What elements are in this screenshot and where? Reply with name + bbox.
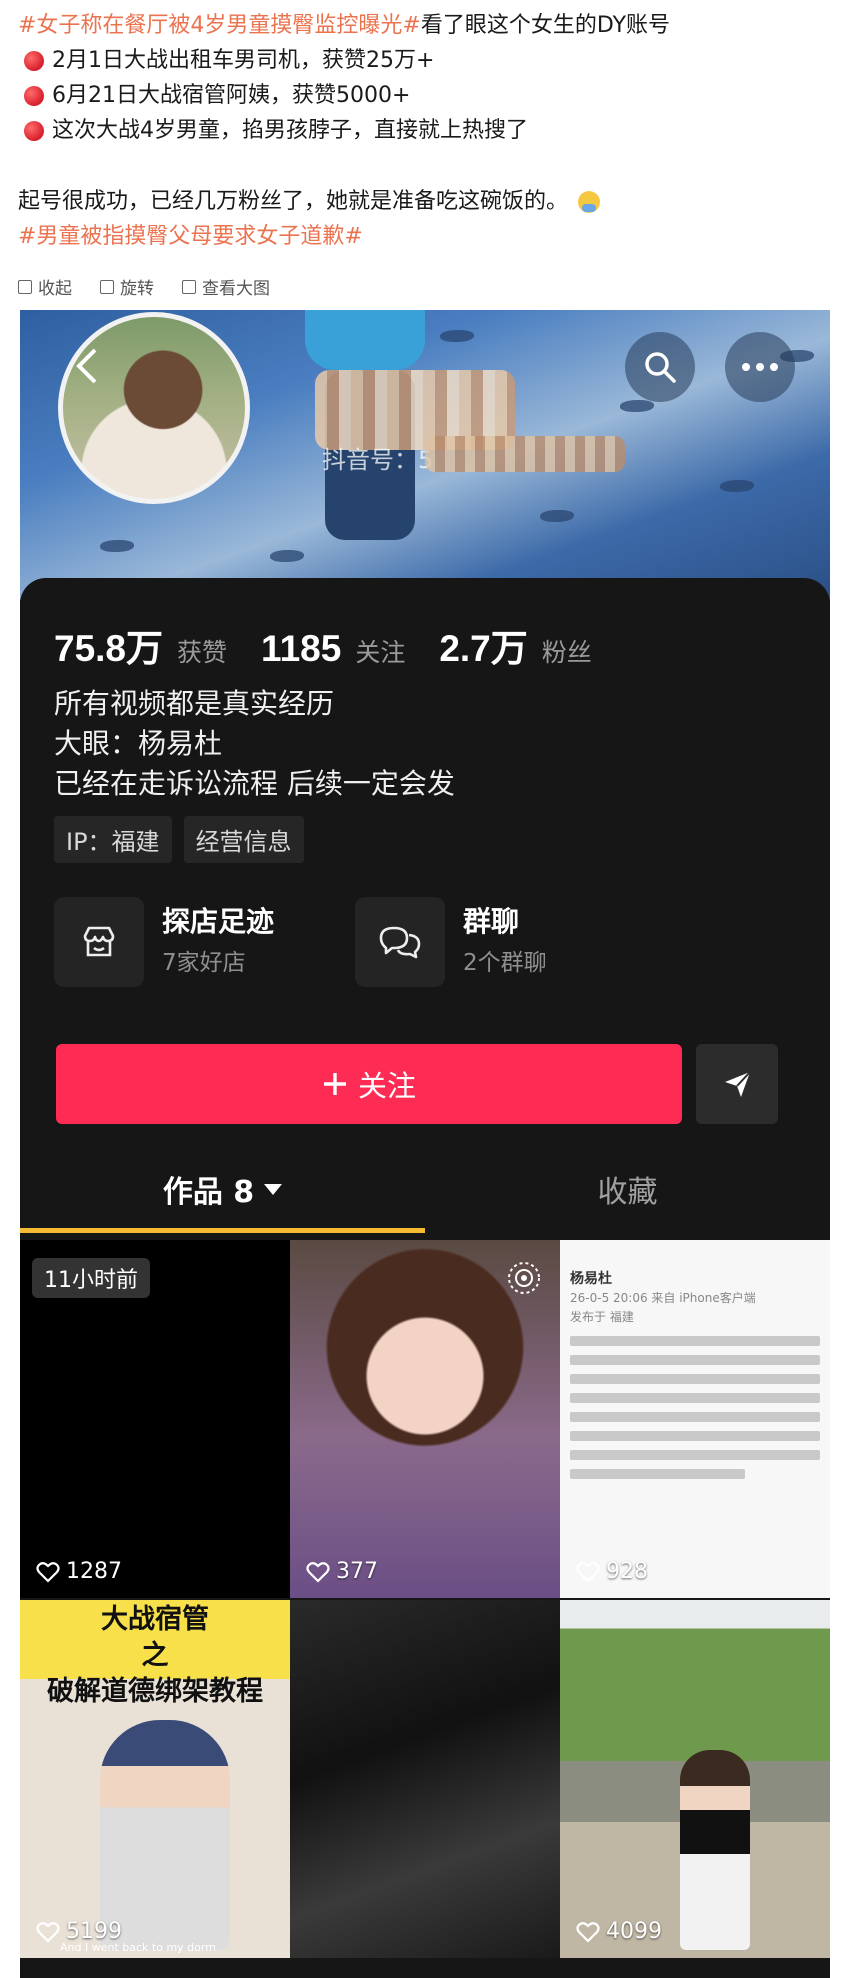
like-count: 928 [576,1559,648,1584]
like-count: 5199 [36,1919,122,1944]
profile-stats: 75.8万 获赞 1185 关注 2.7万 粉丝 [54,618,626,672]
post-list-item: 2月1日大战出租车男司机，获赞25万+ [18,43,848,78]
tab-favorites-label: 收藏 [597,1175,658,1210]
live-photo-icon [508,1262,540,1294]
video-thumbnail[interactable]: 11小时前 1287 [20,1240,290,1598]
post-list-item: 这次大战4岁男童，掐男孩脖子，直接就上热搜了 [18,113,848,148]
heart-icon [36,1921,60,1943]
post-list-item: 6月21日大战宿管阿姨，获赞5000+ [18,78,848,113]
collapse-button[interactable]: 收起 [18,274,72,299]
caret-down-icon [264,1183,283,1195]
post-list-text: 2月1日大战出租车男司机，获赞25万+ [52,48,435,73]
video-thumbnail[interactable]: 杨易杜 26-0-5 20:06 来自 iPhone客户端 发布于 福建 928 [560,1240,830,1598]
video-thumbnail[interactable]: 大战宿管 之 破解道德绑架教程 And I went back to my do… [20,1600,290,1958]
follow-label: 关注 [357,1069,416,1103]
like-count: 4099 [576,1919,662,1944]
bio-line: 大眼：杨易杜 [54,727,223,760]
profile-panel: 75.8万 获赞 1185 关注 2.7万 粉丝 所有视频都是真实经历 大眼：杨… [20,578,830,1978]
rotate-button[interactable]: 旋转 [100,274,154,299]
embedded-screenshot: 抖音号：5 75.8万 获赞 1185 关注 2.7万 粉丝 所有视频都是真实经… [20,310,830,1978]
view-large-label: 查看大图 [202,279,270,299]
bio-line: 所有视频都是真实经历 [54,687,335,720]
tab-indicator [20,1228,425,1233]
business-info-tag[interactable]: 经营信息 [183,816,304,863]
red-circle-icon [24,85,44,106]
heart-icon [576,1921,600,1943]
video-thumbnail[interactable]: 377 [290,1240,560,1598]
send-message-button[interactable] [696,1044,778,1124]
profile-banner: 抖音号：5 [20,310,830,600]
douyin-id: 抖音号：5 [322,446,434,474]
red-circle-icon [24,120,44,141]
more-dots-icon [742,363,778,371]
shop-card-title: 探店足迹 [162,905,275,938]
like-count: 377 [306,1559,378,1584]
hashtag-link[interactable]: #男童被指摸臀父母要求女子道歉# [18,219,363,254]
search-icon [645,352,676,383]
hashtag-link[interactable]: #女子称在餐厅被4岁男童摸臀监控曝光# [18,8,421,43]
collapse-label: 收起 [38,279,72,299]
heart-icon [36,1561,60,1583]
chevron-left-icon [76,348,97,384]
shop-card-sub: 7家好店 [162,950,246,976]
chat-icon [355,897,445,987]
plus-icon [323,1073,346,1095]
likes-label: 获赞 [177,638,228,667]
shop-visits-card[interactable]: 探店足迹 7家好店 [54,896,274,988]
tab-favorites[interactable]: 收藏 [425,1148,830,1230]
followers-label[interactable]: 粉丝 [542,633,592,669]
bio-line: 已经在走诉讼流程 后续一定会发 [54,767,455,800]
shop-icon [54,897,144,987]
followers-count[interactable]: 2.7万 [439,618,527,672]
video-thumbnail[interactable] [290,1600,560,1958]
post-body: #女子称在餐厅被4岁男童摸臀监控曝光# 看了眼这个女生的DY账号 2月1日大战出租… [18,8,848,254]
profile-bio: 所有视频都是真实经历 大眼：杨易杜 已经在走诉讼流程 后续一定会发 [54,684,455,804]
post-line-hashtag: #男童被指摸臀父母要求女子道歉# [18,219,848,254]
more-button[interactable] [725,332,795,402]
post-list-text: 这次大战4岁男童，掐男孩脖子，直接就上热搜了 [52,118,528,143]
heart-icon [576,1561,600,1583]
time-badge: 11小时前 [32,1258,150,1298]
tab-works-label: 作品 8 [162,1175,255,1210]
image-toolbar: 收起 旋转 查看大图 [18,274,270,299]
following-count[interactable]: 1185 [261,628,341,670]
profile-tabs: 作品 8 收藏 [20,1148,830,1230]
rotate-label: 旋转 [120,279,154,299]
post-list-text: 6月21日大战宿管阿姨，获赞5000+ [52,83,411,108]
video-caption: 大战宿管 之 破解道德绑架教程 [47,1604,263,1707]
like-count: 1287 [36,1559,122,1584]
group-card-title: 群聊 [463,905,520,938]
video-thumbnail[interactable]: 4099 [560,1600,830,1958]
post-line-1: #女子称在餐厅被4岁男童摸臀监控曝光# 看了眼这个女生的DY账号 [18,8,848,43]
following-label[interactable]: 关注 [355,633,405,669]
send-icon [725,1071,751,1097]
follow-button[interactable]: 关注 [56,1044,682,1124]
emoji-icon [578,190,601,213]
id-mosaic [425,436,625,472]
image-icon [182,279,196,294]
search-button[interactable] [625,332,695,402]
rotate-icon [100,279,114,294]
post-text: 起号很成功，已经几万粉丝了，她就是准备吃这碗饭的。 [18,189,569,214]
group-card-sub: 2个群聊 [463,950,547,976]
tab-works[interactable]: 作品 8 [20,1148,425,1230]
video-grid: 11小时前 1287 377 杨易杜 26-0-5 20:06 来自 iPhon… [20,1240,830,1958]
ip-location-tag: IP：福建 [54,816,172,863]
view-large-button[interactable]: 查看大图 [182,274,270,299]
avatar[interactable] [58,312,250,504]
red-circle-icon [24,50,44,71]
likes-count: 75.8万 [54,628,164,669]
heart-icon [306,1561,330,1583]
screenshot-text-preview: 杨易杜 26-0-5 20:06 来自 iPhone客户端 发布于 福建 [570,1270,820,1488]
post-text: 看了眼这个女生的DY账号 [420,13,671,38]
collapse-icon [18,279,32,294]
back-button[interactable] [62,342,110,390]
profile-tags: IP：福建 经营信息 [54,816,304,863]
group-chat-card[interactable]: 群聊 2个群聊 [355,896,547,988]
post-paragraph: 起号很成功，已经几万粉丝了，她就是准备吃这碗饭的。 [18,184,848,219]
